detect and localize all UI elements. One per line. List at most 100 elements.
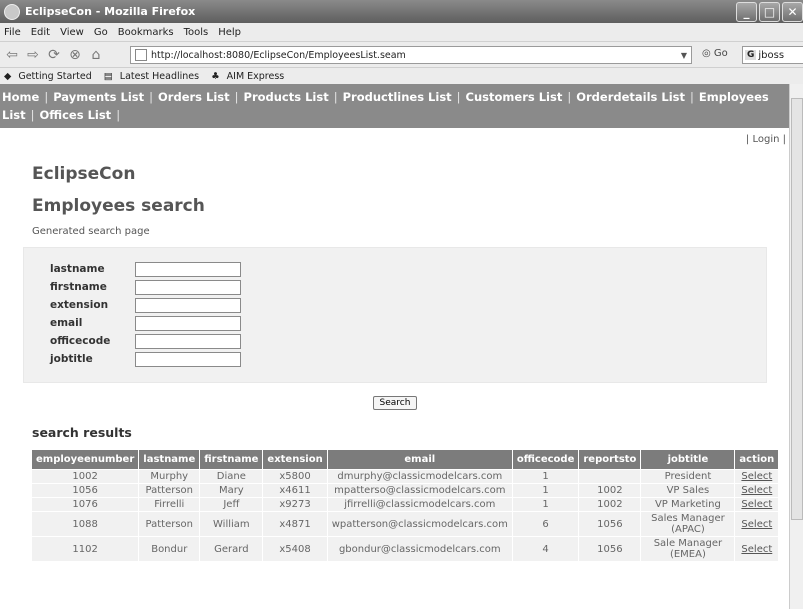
lastname-input[interactable] <box>135 261 241 277</box>
search-text: jboss <box>758 49 785 61</box>
menu-go[interactable]: Go <box>94 27 108 38</box>
select-link[interactable]: Select <box>741 544 772 555</box>
col-firstname[interactable]: firstname <box>199 449 264 470</box>
cell-email: wpatterson@classicmodelcars.com <box>326 511 513 537</box>
cell-lastname: Murphy <box>138 469 201 484</box>
cell-extension: x4611 <box>262 483 328 498</box>
jobtitle-input[interactable] <box>135 351 241 367</box>
field-firstname: firstname <box>50 279 241 295</box>
cell-officecode: 1 <box>511 483 580 498</box>
firefox-icon <box>4 3 20 20</box>
cell-action: Select <box>734 511 780 537</box>
minimize-button[interactable]: _ <box>736 2 757 22</box>
officecode-label: officecode <box>50 335 111 347</box>
window-controls: _ □ ✕ <box>736 2 803 22</box>
menu-bookmarks[interactable]: Bookmarks <box>118 27 174 38</box>
lastname-label: lastname <box>50 263 105 275</box>
col-jobtitle[interactable]: jobtitle <box>640 449 736 470</box>
cell-extension: x5408 <box>262 536 328 562</box>
table-row: 1056 Patterson Mary x4611 mpatterso@clas… <box>30 483 780 498</box>
officecode-input[interactable] <box>135 333 241 349</box>
bookmark-aim-express[interactable]: ♣ AIM Express <box>211 71 288 82</box>
select-link[interactable]: Select <box>741 519 772 530</box>
url-bar[interactable]: http://localhost:8080/EclipseCon/Employe… <box>130 46 692 64</box>
cell-action: Select <box>734 497 780 512</box>
stop-icon[interactable]: ⊗ <box>66 46 84 64</box>
cell-officecode: 4 <box>511 536 580 562</box>
page-content: Home | Payments List | Orders List | Products … <box>0 84 790 609</box>
home-icon[interactable]: ⌂ <box>87 46 105 64</box>
field-lastname: lastname <box>50 261 241 277</box>
extension-input[interactable] <box>135 297 241 313</box>
select-link[interactable]: Select <box>741 471 772 482</box>
window-titlebar: EclipseCon - Mozilla Firefox _ □ ✕ <box>0 0 803 23</box>
cell-lastname: Firrelli <box>138 497 201 512</box>
select-link[interactable]: Select <box>741 499 772 510</box>
firstname-input[interactable] <box>135 279 241 295</box>
cell-employeenumber: 1102 <box>30 536 140 562</box>
cell-employeenumber: 1002 <box>30 469 140 484</box>
nav-products-list[interactable]: Products List <box>244 90 329 104</box>
bookmark-getting-started[interactable]: ◆ Getting Started <box>4 71 96 82</box>
login-link[interactable]: Login <box>752 134 779 145</box>
col-officecode[interactable]: officecode <box>511 449 580 470</box>
col-reportsto[interactable]: reportsto <box>578 449 642 470</box>
firstname-label: firstname <box>50 281 107 293</box>
menu-edit[interactable]: Edit <box>31 27 50 38</box>
vertical-scrollbar[interactable] <box>789 84 803 609</box>
extension-label: extension <box>50 299 109 311</box>
nav-payments-list[interactable]: Payments List <box>53 90 144 104</box>
cell-firstname: William <box>199 511 264 537</box>
col-employeenumber[interactable]: employeenumber <box>30 449 140 470</box>
nav-home[interactable]: Home <box>2 90 39 104</box>
cell-action: Select <box>734 536 780 562</box>
col-action: action <box>734 449 780 470</box>
scrollbar-thumb[interactable] <box>791 98 803 520</box>
bookmark-latest-headlines[interactable]: ▤ Latest Headlines <box>104 71 203 82</box>
navigation-toolbar: ⇦ ⇨ ⟳ ⊗ ⌂ http://localhost:8080/EclipseC… <box>0 42 803 68</box>
cell-employeenumber: 1076 <box>30 497 140 512</box>
cell-employeenumber: 1056 <box>30 483 140 498</box>
cell-jobtitle: President <box>640 469 736 484</box>
forward-arrow-icon[interactable]: ⇨ <box>24 46 42 64</box>
cell-firstname: Jeff <box>199 497 264 512</box>
back-arrow-icon[interactable]: ⇦ <box>3 46 21 64</box>
nav-offices-list[interactable]: Offices List <box>40 108 112 122</box>
menu-help[interactable]: Help <box>218 27 241 38</box>
search-engine-icon[interactable]: G <box>745 50 757 60</box>
cell-lastname: Bondur <box>138 536 201 562</box>
cell-email: gbondur@classicmodelcars.com <box>326 536 513 562</box>
page-title: Employees search <box>32 196 205 216</box>
nav-customers-list[interactable]: Customers List <box>466 90 563 104</box>
search-box[interactable]: G jboss <box>742 46 803 64</box>
cell-email: dmurphy@classicmodelcars.com <box>326 469 513 484</box>
menu-tools[interactable]: Tools <box>184 27 209 38</box>
nav-orders-list[interactable]: Orders List <box>158 90 230 104</box>
site-navigation: Home | Payments List | Orders List | Products … <box>0 84 790 128</box>
cell-lastname: Patterson <box>138 511 201 537</box>
app-title: EclipseCon <box>32 164 136 184</box>
col-email[interactable]: email <box>326 449 513 470</box>
col-extension[interactable]: extension <box>262 449 328 470</box>
cell-jobtitle: Sales Manager (APAC) <box>640 511 736 537</box>
col-lastname[interactable]: lastname <box>138 449 201 470</box>
search-button-row: Search <box>0 395 790 415</box>
field-officecode: officecode <box>50 333 241 349</box>
email-input[interactable] <box>135 315 241 331</box>
close-button[interactable]: ✕ <box>782 2 803 22</box>
go-button[interactable]: ◎ Go <box>702 48 728 59</box>
table-row: 1002 Murphy Diane x5800 dmurphy@classicm… <box>30 469 780 484</box>
url-dropdown-icon[interactable]: ▼ <box>681 51 687 60</box>
go-label: Go <box>713 48 728 59</box>
cell-action: Select <box>734 469 780 484</box>
nav-productlines-list[interactable]: Productlines List <box>343 90 452 104</box>
nav-orderdetails-list[interactable]: Orderdetails List <box>576 90 685 104</box>
bookmark-label: Getting Started <box>18 71 92 82</box>
menu-file[interactable]: File <box>4 27 21 38</box>
results-table: employeenumber lastname firstname extens… <box>30 449 780 562</box>
reload-icon[interactable]: ⟳ <box>45 46 63 64</box>
select-link[interactable]: Select <box>741 485 772 496</box>
search-button[interactable]: Search <box>372 396 418 410</box>
menu-view[interactable]: View <box>60 27 84 38</box>
maximize-button[interactable]: □ <box>759 2 780 22</box>
